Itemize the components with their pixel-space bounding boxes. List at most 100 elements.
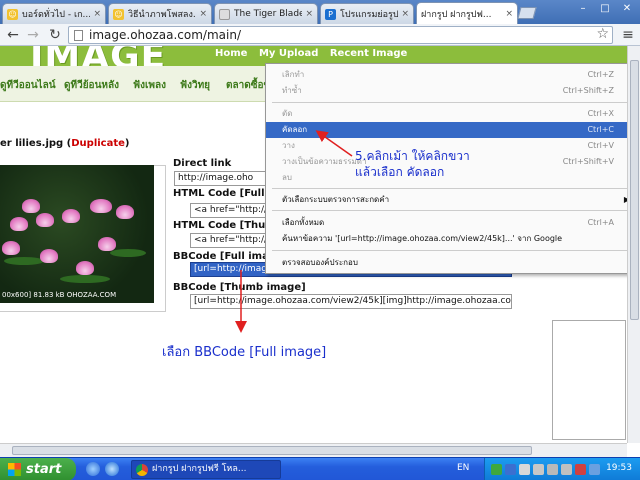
flower	[22, 199, 40, 213]
file-name: er lilies.jpg	[0, 138, 64, 149]
back-arrow-icon[interactable]: ←	[4, 26, 22, 44]
ie-icon[interactable]	[105, 462, 119, 476]
cat-radio[interactable]: ฟังวิทยุ	[180, 78, 210, 93]
close-icon[interactable]: ×	[199, 9, 207, 19]
windows-taskbar: start ฝากรูป ฝากรูปฟรี โหล... EN 19:53	[0, 457, 640, 480]
menu-label: ลบ	[282, 173, 292, 182]
flower	[10, 217, 28, 231]
menu-select-all[interactable]: เลือกทั้งหมด Ctrl+A	[266, 215, 636, 231]
menu-separator	[272, 188, 632, 189]
menu-cut[interactable]: ตัด Ctrl+X	[266, 106, 636, 122]
menu-undo[interactable]: เลิกทำ Ctrl+Z	[266, 67, 636, 83]
lily-photo[interactable]: 00x600] 81.83 kB OHOZAA.COM	[0, 165, 154, 303]
chrome-icon	[136, 464, 148, 476]
task-title: ฝากรูป ฝากรูปฟรี โหล...	[152, 464, 247, 474]
menu-separator	[272, 102, 632, 103]
horizontal-scrollbar[interactable]	[0, 443, 627, 457]
direct-link-label: Direct link	[173, 158, 232, 169]
tab-3[interactable]: The Tiger Blade ×	[214, 3, 318, 24]
tray-n-icon[interactable]	[575, 464, 586, 475]
lily-pad	[60, 275, 110, 283]
tray-app-icon[interactable]	[589, 464, 600, 475]
lily-pad	[4, 257, 44, 265]
close-window-icon[interactable]: ✕	[616, 1, 638, 17]
menu-label: เลือกทั้งหมด	[282, 218, 325, 227]
minimize-icon[interactable]: –	[572, 1, 594, 17]
menu-redo[interactable]: ทำซ้ำ Ctrl+Shift+Z	[266, 83, 636, 99]
menu-shortcut: Ctrl+Z	[587, 70, 614, 79]
side-panel	[552, 320, 626, 440]
desktop-icon[interactable]	[86, 462, 100, 476]
tab-4[interactable]: P โปรแกรมย่อรูป ×	[320, 3, 414, 24]
tab-5-active[interactable]: ฝากรูป ฝากรูปฟ... ×	[416, 2, 518, 24]
file-title: er lilies.jpg (Duplicate)	[0, 138, 130, 149]
html-thumb-field[interactable]: <a href="http://i	[190, 233, 266, 248]
tray-app-icon[interactable]	[547, 464, 558, 475]
lily-pad	[110, 249, 146, 257]
tab-2[interactable]: ☺ วิธีนำภาพโพสลง... ×	[108, 3, 212, 24]
site-icon: P	[325, 8, 336, 20]
top-nav: Home My Upload Recent Image	[215, 48, 415, 59]
tray-network-icon[interactable]	[491, 464, 502, 475]
tray-app-icon[interactable]	[533, 464, 544, 475]
start-button[interactable]: start	[0, 458, 76, 480]
windows-logo-icon	[8, 463, 21, 476]
tray-app-icon[interactable]	[505, 464, 516, 475]
scroll-thumb[interactable]	[630, 60, 639, 320]
vertical-scrollbar[interactable]	[627, 46, 640, 443]
cat-tv-online[interactable]: ดูทีวีออนไลน์	[0, 78, 56, 93]
scroll-thumb[interactable]	[12, 446, 532, 455]
reload-icon[interactable]: ↻	[46, 26, 64, 44]
nav-home[interactable]: Home	[215, 48, 247, 59]
taskbar-chrome-window[interactable]: ฝากรูป ฝากรูปฟรี โหล...	[131, 460, 281, 479]
close-icon[interactable]: ×	[401, 9, 409, 19]
maximize-icon[interactable]: □	[594, 1, 616, 17]
window-controls: – □ ✕	[572, 1, 638, 17]
tab-1[interactable]: ☺ บอร์ดทั่วไป - เก... ×	[2, 3, 106, 24]
flower	[36, 213, 54, 227]
tab-title: บอร์ดทั่วไป - เก...	[22, 10, 91, 20]
page-icon	[219, 8, 230, 20]
menu-spellcheck[interactable]: ตัวเลือกระบบตรวจการสะกดคำ▶	[266, 192, 636, 208]
bbcode-annotation: เลือก BBCode [Full image]	[162, 345, 327, 360]
nav-recent-image[interactable]: Recent Image	[330, 48, 407, 59]
close-icon[interactable]: ×	[505, 9, 513, 19]
url-text: image.ohozaa.com/main/	[89, 28, 241, 42]
star-icon[interactable]: ☆	[596, 26, 609, 42]
paren-close: )	[124, 138, 130, 149]
new-tab-button[interactable]	[517, 7, 537, 19]
close-icon[interactable]: ×	[93, 9, 101, 19]
language-indicator[interactable]: EN	[457, 463, 469, 473]
direct-link-field[interactable]: http://image.oho	[174, 171, 266, 186]
step5-line1: 5.คลิกเม้า ให้คลิกขวา	[355, 149, 470, 163]
menu-shortcut: Ctrl+Shift+V	[562, 157, 614, 166]
tray-volume-icon[interactable]	[519, 464, 530, 475]
nav-my-upload[interactable]: My Upload	[259, 48, 318, 59]
menu-shortcut: Ctrl+C	[587, 125, 614, 134]
menu-inspect[interactable]: ตรวจสอบองค์ประกอบ	[266, 255, 636, 271]
menu-label: เลิกทำ	[282, 70, 305, 79]
smiley-icon: ☺	[113, 8, 124, 20]
cat-tv-replay[interactable]: ดูทีวีย้อนหลัง	[64, 78, 119, 93]
cat-music[interactable]: ฟังเพลง	[133, 78, 166, 93]
tab-title: The Tiger Blade	[234, 9, 303, 19]
menu-label: วาง	[282, 141, 295, 150]
menu-search-google[interactable]: ค้นหาข้อความ '[url=http://image.ohozaa.c…	[266, 231, 636, 247]
wrench-icon[interactable]: ≡	[619, 26, 637, 44]
menu-copy[interactable]: คัดลอก Ctrl+C	[266, 122, 636, 138]
duplicate-label: Duplicate	[71, 138, 125, 149]
html-full-field[interactable]: <a href="http://i	[190, 203, 266, 218]
tab-title: วิธีนำภาพโพสลง...	[128, 10, 197, 20]
menu-shortcut: Ctrl+X	[587, 109, 614, 118]
page-icon	[74, 30, 83, 41]
flower	[98, 237, 116, 251]
menu-label: ตรวจสอบองค์ประกอบ	[282, 258, 358, 267]
cat-market[interactable]: ตลาดซื้อข	[226, 78, 270, 93]
menu-separator	[272, 210, 632, 211]
close-icon[interactable]: ×	[305, 9, 313, 19]
bbcode-thumb-field[interactable]: [url=http://image.ohozaa.com/view2/45k][…	[190, 294, 512, 309]
tray-app-icon[interactable]	[561, 464, 572, 475]
address-bar[interactable]: image.ohozaa.com/main/ ☆	[68, 26, 613, 44]
menu-label: ตัด	[282, 109, 293, 118]
forward-arrow-icon[interactable]: →	[24, 26, 42, 44]
